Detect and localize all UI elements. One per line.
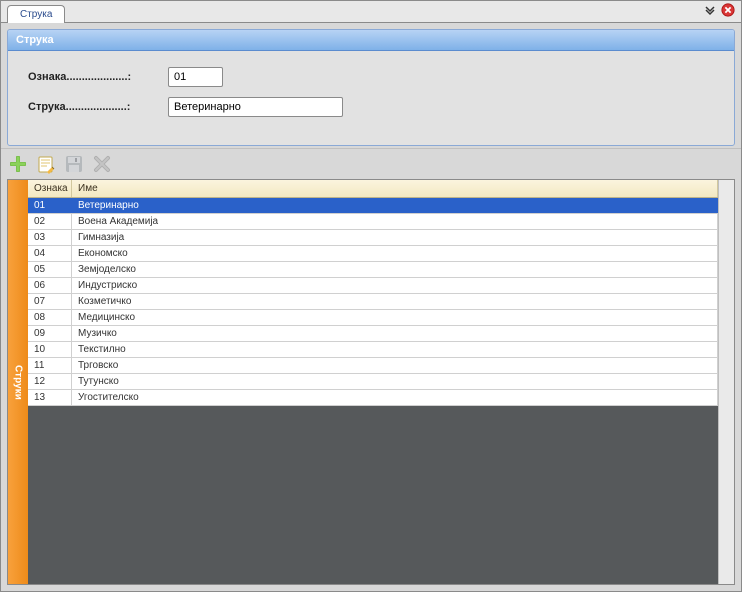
cell-name: Воена Академија [72,214,718,229]
cell-code: 08 [28,310,72,325]
form-row-code: Ознака....................: [28,67,714,87]
cell-name: Музичко [72,326,718,341]
table-row[interactable]: 03Гимназија [28,230,718,246]
grid-header: Ознака Име [28,180,718,198]
cell-code: 04 [28,246,72,261]
cell-code: 10 [28,342,72,357]
cell-name: Текстилно [72,342,718,357]
cell-name: Угостителско [72,390,718,405]
edit-button[interactable] [35,153,57,175]
cell-code: 11 [28,358,72,373]
table-row[interactable]: 05Земјоделско [28,262,718,278]
label-code: Ознака....................: [28,71,168,83]
delete-button[interactable] [91,153,113,175]
cell-code: 05 [28,262,72,277]
close-icon[interactable] [721,3,735,17]
cell-code: 07 [28,294,72,309]
form-panel: Струка Ознака....................: Струк… [7,29,735,146]
cell-name: Земјоделско [72,262,718,277]
grid-header-code[interactable]: Ознака [28,180,72,197]
cell-name: Индустриско [72,278,718,293]
tab-controls [703,3,735,17]
app-window: Струка Струка Ознака....................… [0,0,742,592]
cell-name: Медицинско [72,310,718,325]
tab-struka[interactable]: Струка [7,5,65,23]
cell-name: Тутунско [72,374,718,389]
cell-code: 01 [28,198,72,213]
cell-code: 03 [28,230,72,245]
cell-name: Козметичко [72,294,718,309]
form-row-name: Струка....................: [28,97,714,117]
table-row[interactable]: 01Ветеринарно [28,198,718,214]
table-row[interactable]: 07Козметичко [28,294,718,310]
table-row[interactable]: 09Музичко [28,326,718,342]
grid-content: Ознака Име 01Ветеринарно02Воена Академиј… [28,180,734,584]
cell-code: 02 [28,214,72,229]
cell-name: Гимназија [72,230,718,245]
panel-body: Ознака....................: Струка......… [8,51,734,145]
minimize-icon[interactable] [703,3,717,17]
grid-header-name[interactable]: Име [72,180,718,197]
grid-sidebar-label[interactable]: Струки [8,180,28,584]
cell-code: 06 [28,278,72,293]
table-row[interactable]: 12Тутунско [28,374,718,390]
cell-code: 09 [28,326,72,341]
grid-wrap: Струки Ознака Име 01Ветеринарно02Воена А… [7,179,735,585]
label-name: Струка....................: [28,101,168,113]
cell-name: Економско [72,246,718,261]
toolbar [1,148,741,179]
cell-code: 12 [28,374,72,389]
save-button[interactable] [63,153,85,175]
cell-code: 13 [28,390,72,405]
table-row[interactable]: 04Економско [28,246,718,262]
panel-title: Струка [8,30,734,51]
table-row[interactable]: 11Трговско [28,358,718,374]
table-row[interactable]: 06Индустриско [28,278,718,294]
input-code[interactable] [168,67,223,87]
input-name[interactable] [168,97,343,117]
table-row[interactable]: 08Медицинско [28,310,718,326]
tab-bar: Струка [1,1,741,23]
table-row[interactable]: 10Текстилно [28,342,718,358]
cell-name: Ветеринарно [72,198,718,213]
grid-scrollbar[interactable] [718,180,734,584]
add-button[interactable] [7,153,29,175]
table-row[interactable]: 13Угостителско [28,390,718,406]
cell-name: Трговско [72,358,718,373]
table-row[interactable]: 02Воена Академија [28,214,718,230]
grid-table: Ознака Име 01Ветеринарно02Воена Академиј… [28,180,718,584]
grid-body: 01Ветеринарно02Воена Академија03Гимназиј… [28,198,718,406]
